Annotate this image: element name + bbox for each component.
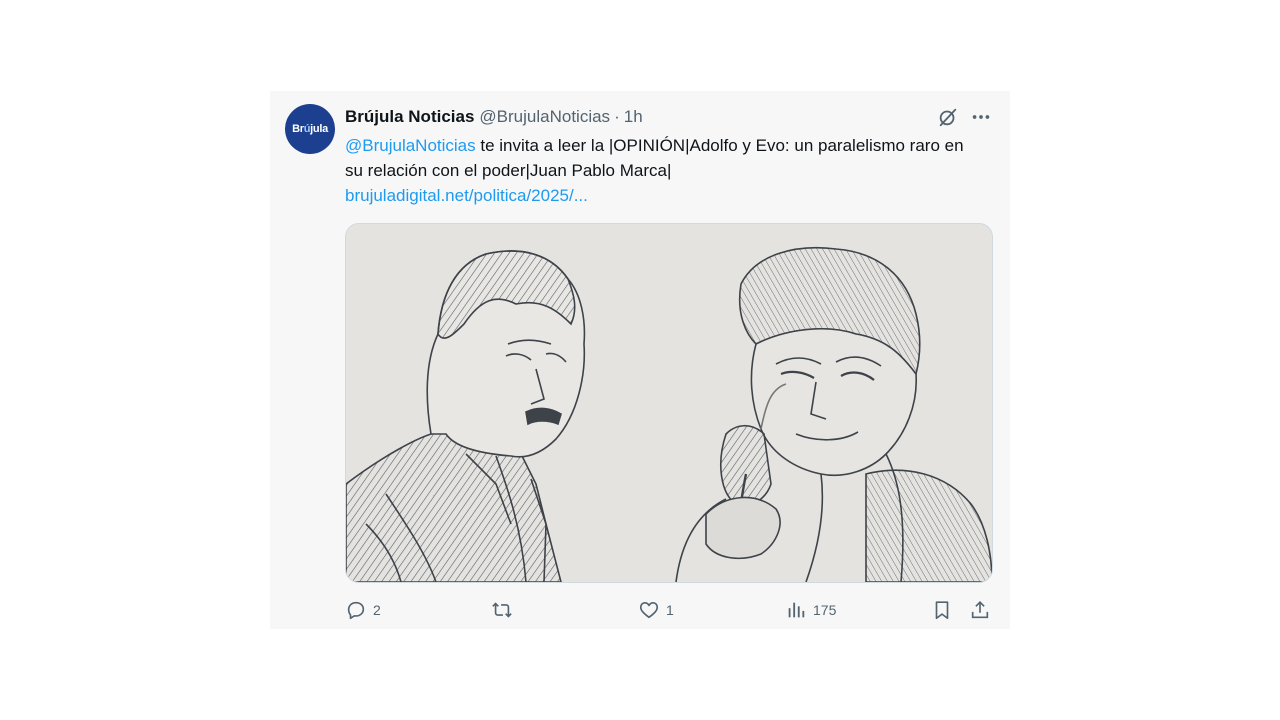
tweet-header: Brújula Noticias @BrujulaNoticias · 1h — [345, 106, 643, 128]
heart-icon — [639, 602, 659, 619]
tweet-image[interactable] — [345, 223, 993, 583]
reply-count: 2 — [373, 602, 381, 618]
tweet-text: @BrujulaNoticias te invita a leer la |OP… — [345, 133, 985, 208]
reply-button[interactable]: 2 — [345, 597, 381, 623]
timestamp[interactable]: 1h — [624, 107, 643, 127]
view-count: 175 — [813, 602, 837, 618]
views-button[interactable]: 175 — [785, 597, 836, 623]
share-icon — [971, 601, 989, 619]
retweet-icon — [492, 602, 512, 618]
analytics-icon — [788, 602, 805, 618]
more-icon[interactable] — [970, 106, 992, 128]
tweet-card[interactable]: Br ú jula Brújula Noticias @BrujulaNoticia… — [270, 91, 1010, 629]
user-handle[interactable]: @BrujulaNoticias — [479, 107, 610, 127]
retweet-button[interactable] — [491, 597, 513, 623]
separator-dot: · — [614, 107, 620, 126]
display-name[interactable]: Brújula Noticias — [345, 107, 474, 127]
tweet-actions: 2 1 175 — [345, 597, 995, 623]
like-count: 1 — [666, 602, 674, 618]
bookmark-icon — [935, 601, 949, 620]
reply-icon — [347, 601, 365, 620]
article-link[interactable]: brujuladigital.net/politica/2025/... — [345, 186, 588, 205]
bookmark-button[interactable] — [931, 597, 953, 623]
sketch-illustration — [346, 224, 992, 582]
mention-link[interactable]: @BrujulaNoticias — [345, 136, 476, 155]
avatar-text-main: Br — [292, 123, 304, 135]
avatar-text-rest: jula — [310, 123, 328, 135]
avatar[interactable]: Br ú jula — [285, 104, 335, 154]
share-button[interactable] — [969, 597, 991, 623]
like-button[interactable]: 1 — [638, 597, 674, 623]
grok-icon[interactable] — [937, 106, 959, 128]
